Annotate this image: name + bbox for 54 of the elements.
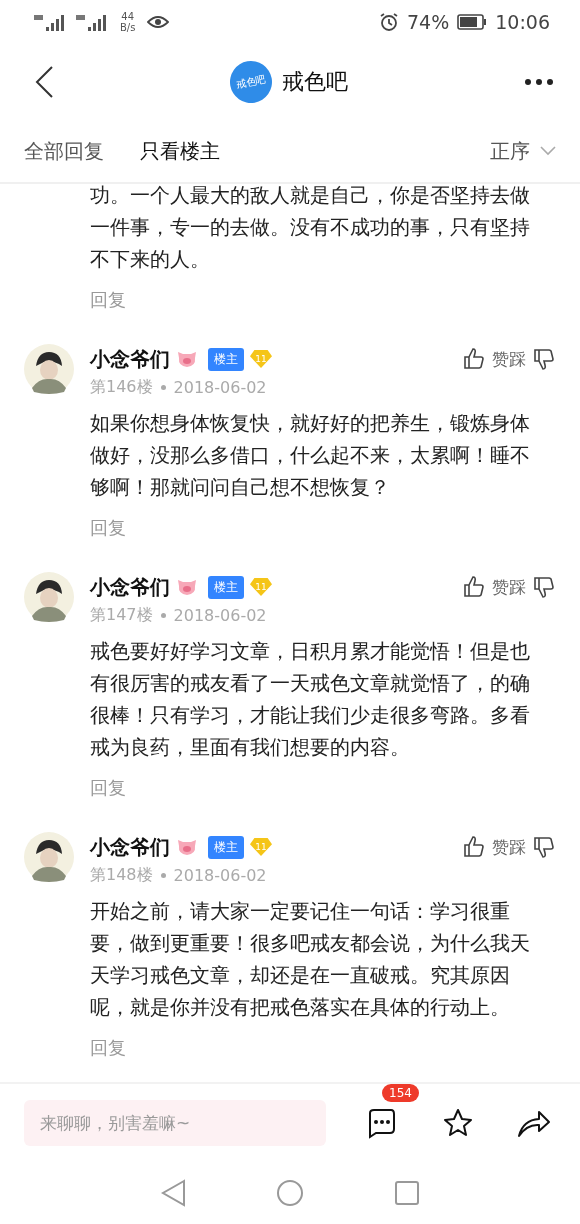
thumbs-down-icon[interactable] xyxy=(532,575,556,599)
owner-badge: 楼主 xyxy=(208,347,244,371)
post-date: 2018-06-02 xyxy=(173,605,267,625)
post-text: 如果你想身体恢复快，就好好的把养生，锻炼身体做好，没那么多借口，什么起不来，太累啊！睡不够啊！那就问问自己想不想恢复？ xyxy=(90,411,531,501)
floor-number: 第147楼 xyxy=(90,604,153,626)
floor-number: 第146楼 xyxy=(90,376,153,398)
comment-count: 154 xyxy=(382,1084,419,1102)
pig-icon xyxy=(176,837,198,857)
post-text: 功。一个人最大的敌人就是自己，你是否坚持去做一件事，专一的去做。没有不成功的事，只有坚持不下来的人。 xyxy=(90,184,531,273)
signal-icon xyxy=(32,13,66,31)
more-icon[interactable] xyxy=(524,78,554,86)
level-badge: 11 xyxy=(250,350,272,368)
thumbs-up-icon[interactable] xyxy=(462,347,486,371)
back-icon[interactable] xyxy=(34,65,54,99)
eye-icon xyxy=(147,15,170,29)
chevron-down-icon xyxy=(540,146,556,156)
author-name[interactable]: 小念爷们 xyxy=(90,345,170,373)
vote-label: 赞踩 xyxy=(492,835,526,859)
vote-label: 赞踩 xyxy=(492,347,526,371)
nav-home-icon[interactable] xyxy=(276,1179,304,1207)
filter-tab[interactable]: 只看楼主 xyxy=(140,137,220,165)
alarm-icon xyxy=(379,12,399,32)
pig-icon xyxy=(176,349,198,369)
level-badge: 11 xyxy=(250,838,272,856)
author-name[interactable]: 小念爷们 xyxy=(90,833,170,861)
comment-input[interactable]: 来聊聊，别害羞嘛~ xyxy=(24,1100,326,1146)
vote-label: 赞踩 xyxy=(492,575,526,599)
sort-dropdown[interactable]: 正序 xyxy=(490,137,556,165)
owner-badge: 楼主 xyxy=(208,835,244,859)
owner-badge: 楼主 xyxy=(208,575,244,599)
thumbs-up-icon[interactable] xyxy=(462,835,486,859)
battery-percent: 74% xyxy=(407,11,450,33)
post-text: 开始之前，请大家一定要记住一句话：学习很重要，做到更重要！很多吧戒友都会说，为什么我天天学习戒色文章，却还是在一直破戒。究其原因呢，就是你并没有把戒色落实在具体的行动上。 xyxy=(90,899,531,1021)
post-date: 2018-06-02 xyxy=(173,377,267,397)
nav-back-icon[interactable] xyxy=(160,1179,186,1207)
avatar[interactable] xyxy=(24,344,74,394)
nav-recents-icon[interactable] xyxy=(394,1180,420,1206)
post-date: 2018-06-02 xyxy=(173,865,267,885)
filter-tab[interactable]: 全部回复 xyxy=(24,137,104,165)
thumbs-down-icon[interactable] xyxy=(532,347,556,371)
avatar[interactable] xyxy=(24,832,74,882)
author-name[interactable]: 小念爷们 xyxy=(90,573,170,601)
thumbs-down-icon[interactable] xyxy=(532,835,556,859)
thumbs-up-icon[interactable] xyxy=(462,575,486,599)
forum-title: 戒色吧 xyxy=(282,68,348,96)
floor-number: 第148楼 xyxy=(90,864,153,886)
pig-icon xyxy=(176,577,198,597)
battery-icon xyxy=(457,14,488,30)
avatar[interactable] xyxy=(24,572,74,622)
network-speed: 44 B/s xyxy=(120,11,136,33)
clock-time: 10:06 xyxy=(495,11,550,33)
signal-icon xyxy=(74,13,108,31)
level-badge: 11 xyxy=(250,578,272,596)
post-text: 戒色要好好学习文章，日积月累才能觉悟！但是也有很厉害的戒友看了一天戒色文章就觉悟了，的确很棒！只有学习，才能让我们少走很多弯路。多看戒为良药，里面有我们想要的内容。 xyxy=(90,639,531,761)
